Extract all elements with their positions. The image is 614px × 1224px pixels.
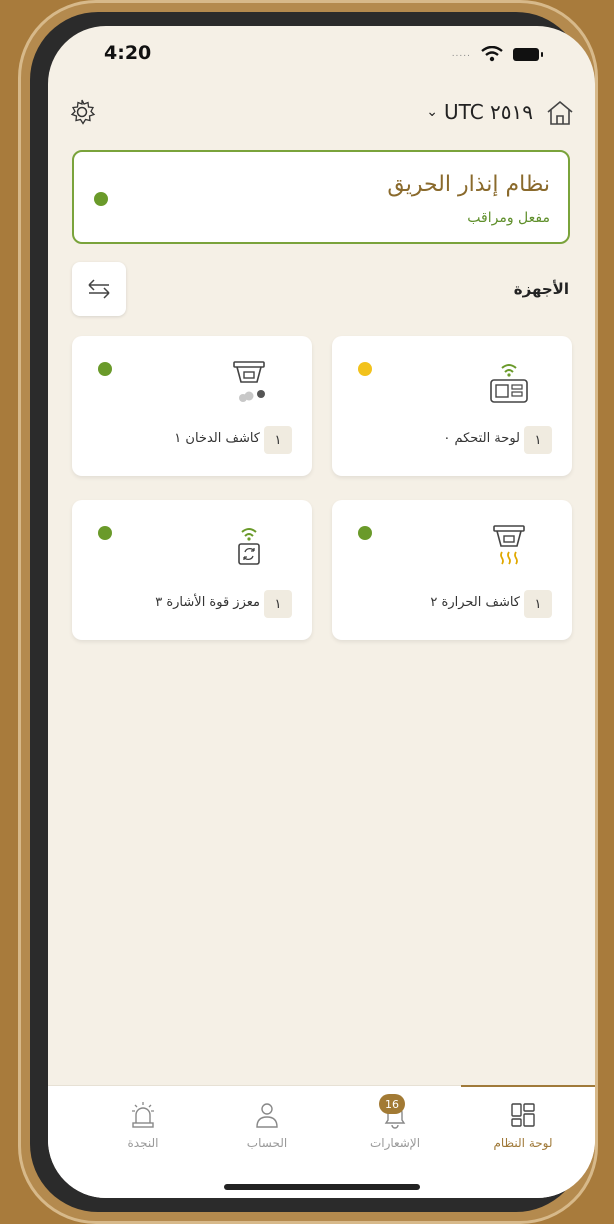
user-icon bbox=[256, 1103, 278, 1128]
timezone-label: UTC ٢٥١٩ bbox=[444, 100, 533, 124]
status-bar: 4:20 ..... bbox=[48, 40, 595, 76]
device-status-dot bbox=[358, 526, 372, 540]
alarm-status-text: مفعل ومراقب bbox=[467, 210, 550, 226]
swap-button[interactable] bbox=[72, 262, 126, 316]
device-status-dot bbox=[98, 526, 112, 540]
tab-account[interactable]: الحساب bbox=[207, 1100, 327, 1160]
tab-dashboard[interactable]: لوحة النظام bbox=[463, 1100, 583, 1160]
device-name: كاشف الدخان ١ bbox=[174, 431, 260, 446]
tab-label: الإشعارات bbox=[369, 1136, 421, 1150]
tab-label: الحساب bbox=[246, 1136, 288, 1150]
chevron-down-icon: ⌄ bbox=[426, 104, 439, 120]
control-panel-icon bbox=[490, 364, 528, 403]
timezone-selector[interactable]: ⌄ UTC ٢٥١٩ bbox=[426, 100, 533, 124]
device-name: لوحة التحكم ٠ bbox=[443, 431, 520, 446]
device-card-heat-detector[interactable]: كاشف الحرارة ٢ ١ bbox=[332, 500, 572, 640]
alarm-status-dot bbox=[94, 192, 108, 206]
device-index: ١ bbox=[524, 590, 552, 618]
top-bar: ⌄ UTC ٢٥١٩ bbox=[68, 94, 575, 134]
tab-active-indicator bbox=[461, 1085, 595, 1087]
tab-label: لوحة النظام bbox=[493, 1136, 553, 1150]
app-screen: 4:20 ..... ⌄ UTC ٢٥١٩ نظام إنذار الحريق … bbox=[48, 26, 595, 1198]
signal-booster-icon bbox=[238, 528, 260, 565]
swap-arrows-icon bbox=[88, 279, 110, 299]
device-card-signal-booster[interactable]: معزز قوة الأشارة ٣ ١ bbox=[72, 500, 312, 640]
smoke-detector-icon bbox=[233, 361, 265, 402]
gear-icon[interactable] bbox=[68, 98, 96, 126]
home-indicator bbox=[223, 1184, 420, 1190]
alarm-title: نظام إنذار الحريق bbox=[387, 172, 550, 197]
tab-notifications[interactable]: 16 الإشعارات bbox=[335, 1094, 455, 1160]
tab-bar: لوحة النظام 16 الإشعارات الحساب النجدة bbox=[48, 1085, 595, 1198]
tab-label: النجدة bbox=[127, 1136, 159, 1150]
device-status-dot bbox=[98, 362, 112, 376]
device-name: كاشف الحرارة ٢ bbox=[430, 595, 520, 610]
status-icons: ..... bbox=[451, 46, 543, 62]
battery-icon bbox=[513, 47, 543, 61]
notification-badge: 16 bbox=[379, 1094, 405, 1114]
heat-detector-icon bbox=[493, 525, 525, 565]
home-icon[interactable] bbox=[545, 98, 575, 128]
signal-dots: ..... bbox=[451, 49, 471, 59]
device-index: ١ bbox=[524, 426, 552, 454]
wifi-icon bbox=[481, 46, 503, 62]
device-index: ١ bbox=[264, 590, 292, 618]
device-index: ١ bbox=[264, 426, 292, 454]
device-status-dot bbox=[358, 362, 372, 376]
tab-emergency[interactable]: النجدة bbox=[83, 1100, 203, 1160]
status-time: 4:20 bbox=[104, 42, 152, 64]
device-name: معزز قوة الأشارة ٣ bbox=[155, 595, 260, 610]
device-card-control-panel[interactable]: لوحة التحكم ٠ ١ bbox=[332, 336, 572, 476]
device-card-smoke-detector[interactable]: كاشف الدخان ١ ١ bbox=[72, 336, 312, 476]
devices-section-label: الأجهزة bbox=[513, 280, 569, 298]
alarm-status-card[interactable]: نظام إنذار الحريق مفعل ومراقب bbox=[72, 150, 570, 244]
siren-icon bbox=[132, 1102, 154, 1128]
dashboard-icon bbox=[511, 1103, 535, 1127]
